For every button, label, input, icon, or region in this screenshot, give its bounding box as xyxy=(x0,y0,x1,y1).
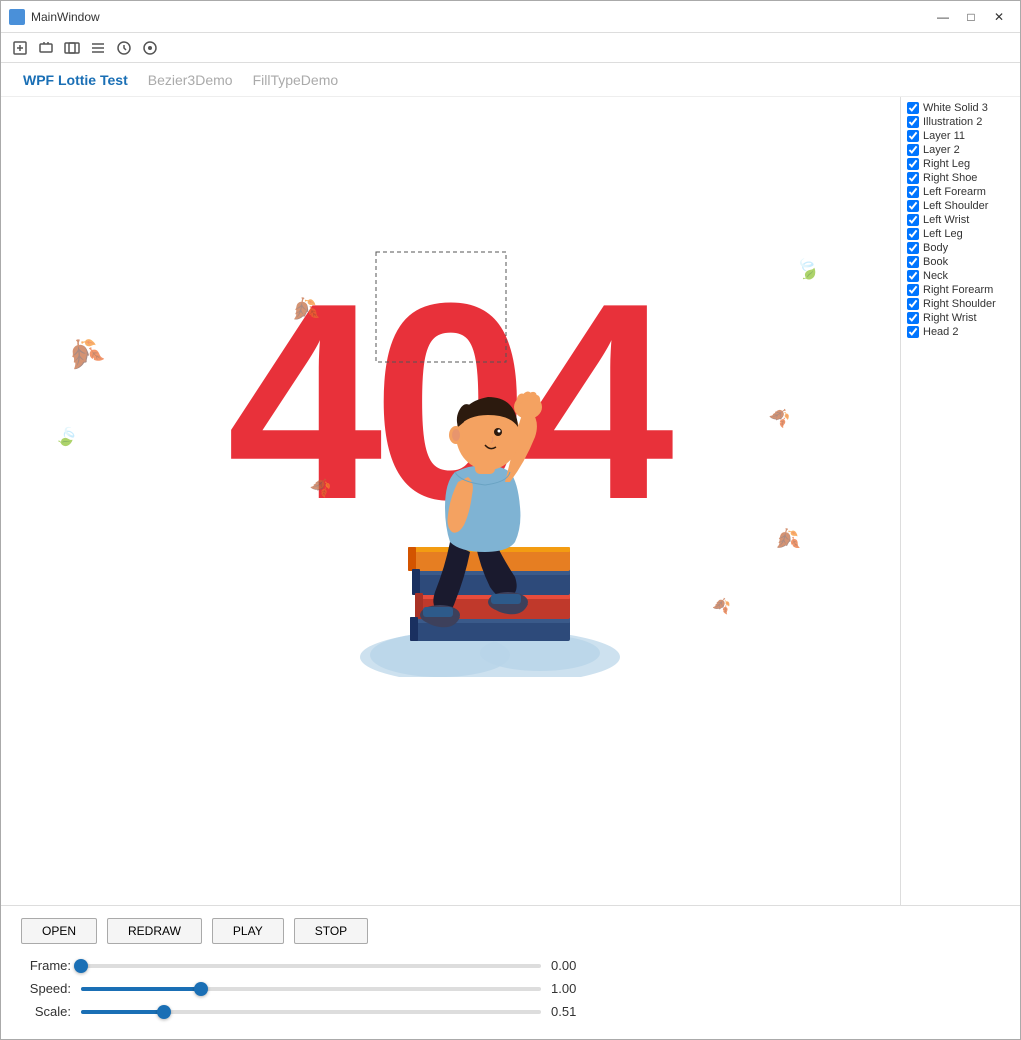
layer-checkbox-neck[interactable] xyxy=(907,270,919,282)
app-icon xyxy=(9,9,25,25)
menu-bar: WPF Lottie Test Bezier3Demo FillTypeDemo xyxy=(1,63,1020,97)
frame-slider-track[interactable] xyxy=(81,964,541,968)
scale-slider-thumb[interactable] xyxy=(157,1005,171,1019)
layer-checkbox-right-forearm[interactable] xyxy=(907,284,919,296)
bottom-controls: OPEN REDRAW PLAY STOP Frame: 0.00 Speed:… xyxy=(1,905,1020,1039)
layer-checkbox-right-shoulder[interactable] xyxy=(907,298,919,310)
window-controls: — □ ✕ xyxy=(930,7,1012,27)
scale-slider-track[interactable] xyxy=(81,1010,541,1014)
toolbar-icon-4[interactable] xyxy=(87,37,109,59)
layer-right-shoe[interactable]: Right Shoe xyxy=(901,171,1020,185)
layer-right-shoulder[interactable]: Right Shoulder xyxy=(901,297,1020,311)
layer-checkbox-left-wrist[interactable] xyxy=(907,214,919,226)
layer-checkbox-right-leg[interactable] xyxy=(907,158,919,170)
canvas-area: 4 0 4 🍂 🍃 🍂 🍂 🍃 🍂 🍂 🍂 xyxy=(1,97,900,905)
layer-left-shoulder[interactable]: Left Shoulder xyxy=(901,199,1020,213)
layer-left-leg[interactable]: Left Leg xyxy=(901,227,1020,241)
layer-checkbox-body[interactable] xyxy=(907,242,919,254)
speed-slider-fill xyxy=(81,987,201,991)
layer-checkbox-illustration-2[interactable] xyxy=(907,116,919,128)
layer-checkbox-layer-2[interactable] xyxy=(907,144,919,156)
leaf-7: 🍂 xyxy=(773,525,802,554)
layer-checkbox-book[interactable] xyxy=(907,256,919,268)
layer-layer-11[interactable]: Layer 11 xyxy=(901,129,1020,143)
selection-box xyxy=(371,247,511,367)
toolbar-icon-6[interactable] xyxy=(139,37,161,59)
frame-slider-thumb[interactable] xyxy=(74,959,88,973)
layer-right-leg[interactable]: Right Leg xyxy=(901,157,1020,171)
layer-left-wrist[interactable]: Left Wrist xyxy=(901,213,1020,227)
scale-slider-row: Scale: 0.51 xyxy=(21,1004,1000,1019)
main-content: 4 0 4 🍂 🍃 🍂 🍂 🍃 🍂 🍂 🍂 xyxy=(1,97,1020,905)
layer-head-2[interactable]: Head 2 xyxy=(901,325,1020,339)
window-title: MainWindow xyxy=(31,10,930,24)
layer-checkbox-right-shoe[interactable] xyxy=(907,172,919,184)
scale-value: 0.51 xyxy=(551,1004,591,1019)
layer-checkbox-head-2[interactable] xyxy=(907,326,919,338)
stop-button[interactable]: STOP xyxy=(294,918,368,944)
scale-slider-fill xyxy=(81,1010,164,1014)
menu-wpf-lottie-test[interactable]: WPF Lottie Test xyxy=(13,68,138,92)
main-window: MainWindow — □ ✕ WPF Lottie Test Bezier3… xyxy=(0,0,1021,1040)
scale-label: Scale: xyxy=(21,1004,71,1019)
layer-right-wrist[interactable]: Right Wrist xyxy=(901,311,1020,325)
layer-checkbox-left-shoulder[interactable] xyxy=(907,200,919,212)
layer-illustration-2[interactable]: Illustration 2 xyxy=(901,115,1020,129)
layer-checkbox-left-leg[interactable] xyxy=(907,228,919,240)
speed-value: 1.00 xyxy=(551,981,591,996)
layer-left-forearm[interactable]: Left Forearm xyxy=(901,185,1020,199)
toolbar-icon-5[interactable] xyxy=(113,37,135,59)
layer-checkbox-white-solid-3[interactable] xyxy=(907,102,919,114)
animation-canvas: 4 0 4 🍂 🍃 🍂 🍂 🍃 🍂 🍂 🍂 xyxy=(1,97,900,737)
layers-panel: White Solid 3 Illustration 2 Layer 11 La… xyxy=(900,97,1020,905)
layer-body[interactable]: Body xyxy=(901,241,1020,255)
speed-label: Speed: xyxy=(21,981,71,996)
close-button[interactable]: ✕ xyxy=(986,7,1012,27)
menu-filltype-demo[interactable]: FillTypeDemo xyxy=(243,68,349,92)
layer-checkbox-left-forearm[interactable] xyxy=(907,186,919,198)
toolbar-icon-1[interactable] xyxy=(9,37,31,59)
speed-slider-thumb[interactable] xyxy=(194,982,208,996)
speed-slider-row: Speed: 1.00 xyxy=(21,981,1000,996)
menu-bezier3-demo[interactable]: Bezier3Demo xyxy=(138,68,243,92)
toolbar-icon-3[interactable] xyxy=(61,37,83,59)
redraw-button[interactable]: REDRAW xyxy=(107,918,202,944)
open-button[interactable]: OPEN xyxy=(21,918,97,944)
layer-checkbox-layer-11[interactable] xyxy=(907,130,919,142)
layer-neck[interactable]: Neck xyxy=(901,269,1020,283)
layer-book[interactable]: Book xyxy=(901,255,1020,269)
layer-right-forearm[interactable]: Right Forearm xyxy=(901,283,1020,297)
maximize-button[interactable]: □ xyxy=(958,7,984,27)
minimize-button[interactable]: — xyxy=(930,7,956,27)
title-bar: MainWindow — □ ✕ xyxy=(1,1,1020,33)
toolbar-icon-2[interactable] xyxy=(35,37,57,59)
button-row: OPEN REDRAW PLAY STOP xyxy=(21,918,1000,944)
frame-label: Frame: xyxy=(21,958,71,973)
layer-white-solid-3[interactable]: White Solid 3 xyxy=(901,101,1020,115)
layer-checkbox-right-wrist[interactable] xyxy=(907,312,919,324)
frame-value: 0.00 xyxy=(551,958,591,973)
play-button[interactable]: PLAY xyxy=(212,918,284,944)
frame-slider-row: Frame: 0.00 xyxy=(21,958,1000,973)
toolbar xyxy=(1,33,1020,63)
speed-slider-track[interactable] xyxy=(81,987,541,991)
layer-layer-2[interactable]: Layer 2 xyxy=(901,143,1020,157)
